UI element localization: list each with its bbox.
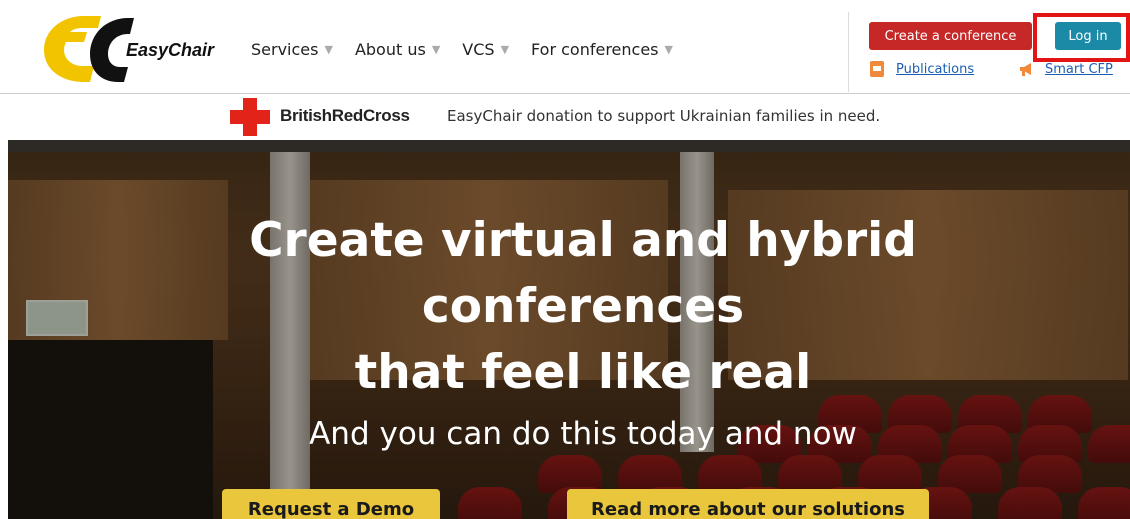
caret-down-icon: ▼	[500, 43, 510, 56]
publications-link-group: Publications	[870, 61, 974, 77]
red-cross-icon	[230, 98, 270, 136]
smart-cfp-link[interactable]: Smart CFP	[1045, 62, 1113, 77]
page: EasyChair Services ▼ About us ▼ VCS ▼ Fo…	[0, 0, 1130, 519]
caret-down-icon: ▼	[431, 43, 441, 56]
brand-name: EasyChair	[126, 40, 215, 60]
nav-item-label: About us	[354, 40, 426, 59]
read-more-solutions-button[interactable]: Read more about our solutions	[567, 489, 929, 519]
nav-item-label: VCS	[462, 40, 495, 59]
megaphone-icon	[1020, 63, 1031, 76]
header-divider	[848, 12, 849, 92]
nav-item-about-us[interactable]: About us ▼	[355, 40, 440, 59]
hero-headline: Create virtual and hybrid conferences th…	[8, 208, 1130, 406]
smart-cfp-link-group: Smart CFP	[1019, 61, 1113, 77]
main-nav: Services ▼ About us ▼ VCS ▼ For conferen…	[251, 40, 695, 59]
easychair-logo[interactable]: EasyChair	[40, 14, 220, 84]
nav-item-vcs[interactable]: VCS ▼	[462, 40, 509, 59]
donation-message[interactable]: EasyChair donation to support Ukrainian …	[447, 107, 880, 125]
nav-item-for-conferences[interactable]: For conferences ▼	[531, 40, 673, 59]
caret-down-icon: ▼	[664, 43, 673, 56]
british-red-cross-logo-text[interactable]: BritishRedCross	[280, 106, 410, 126]
request-demo-button[interactable]: Request a Demo	[222, 489, 440, 519]
nav-item-label: Services	[251, 40, 319, 59]
create-conference-button[interactable]: Create a conference	[869, 22, 1032, 50]
caret-down-icon: ▼	[324, 43, 333, 56]
hero-headline-line: conferences	[421, 279, 745, 334]
nav-item-label: For conferences	[531, 40, 659, 59]
hero-banner: Create virtual and hybrid conferences th…	[8, 140, 1130, 519]
site-header: EasyChair Services ▼ About us ▼ VCS ▼ Fo…	[0, 0, 1130, 94]
nav-item-services[interactable]: Services ▼	[251, 40, 333, 59]
publications-link[interactable]: Publications	[896, 62, 974, 77]
hero-subtitle: And you can do this today and now	[309, 416, 857, 452]
hero-headline-line: Create virtual and hybrid	[249, 213, 917, 268]
login-button[interactable]: Log in	[1055, 22, 1121, 50]
hero-headline-line: that feel like real	[354, 345, 812, 400]
publications-icon	[870, 61, 884, 77]
